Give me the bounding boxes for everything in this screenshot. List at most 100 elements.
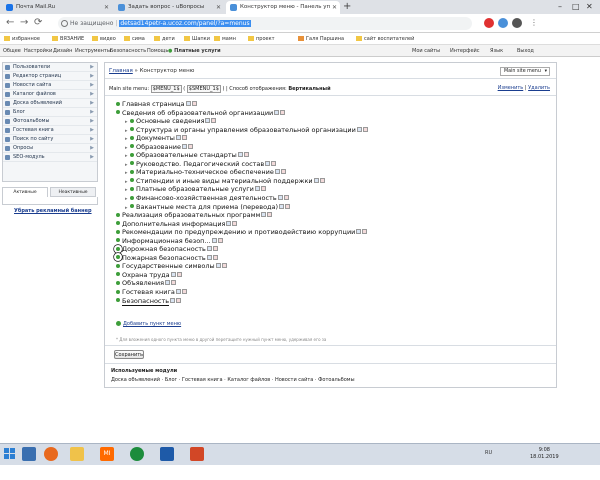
sidebar-item-search[interactable]: Поиск по сайту ▶	[3, 135, 97, 144]
edit-icon[interactable]	[170, 297, 176, 303]
menu-item-row[interactable]: ▸ Структура и органы управления образоват…	[116, 126, 546, 135]
menu-code[interactable]: $MENU_1$	[150, 85, 182, 93]
menu-item-row[interactable]: Охрана труда	[116, 271, 546, 280]
drag-handle-icon[interactable]	[130, 152, 134, 157]
edit-icon[interactable]	[215, 263, 221, 269]
drag-handle-icon[interactable]	[130, 195, 134, 200]
menu-item-row[interactable]: ▸ Платные образовательные услуги	[116, 185, 546, 194]
sidebar-item-guestbook[interactable]: Гостевая книга ▶	[3, 126, 97, 135]
menu-item-row[interactable]: ▸ Руководство. Педагогический состав	[116, 160, 546, 169]
drag-handle-icon[interactable]	[130, 161, 134, 166]
delete-icon[interactable]	[271, 160, 277, 166]
drag-handle-icon[interactable]	[130, 144, 134, 149]
drag-handle-icon[interactable]	[116, 229, 120, 234]
nav-tools[interactable]: Инструменты	[75, 45, 111, 57]
edit-icon[interactable]	[185, 101, 191, 106]
info-icon[interactable]	[61, 20, 68, 27]
edit-icon[interactable]	[205, 118, 211, 124]
drag-handle-icon[interactable]	[116, 263, 120, 268]
bookmark-item[interactable]: мамн	[214, 33, 236, 45]
menu-item-row[interactable]: Государственные символы	[116, 262, 546, 271]
menu-item-row[interactable]: Безопасность	[116, 296, 546, 306]
edit-icon[interactable]	[261, 212, 267, 218]
sidebar-item-page-editor[interactable]: Редактор страниц ▶	[3, 72, 97, 81]
add-menu-item-link[interactable]: Добавить пункт меню	[116, 321, 181, 327]
bookmark-item[interactable]: дети	[154, 33, 175, 45]
close-icon[interactable]: ✕	[104, 1, 109, 14]
windows-start-icon[interactable]	[4, 448, 16, 460]
delete-icon[interactable]	[285, 203, 291, 209]
edit-icon[interactable]	[237, 152, 243, 158]
delete-icon[interactable]	[283, 195, 289, 201]
delete-icon[interactable]	[176, 297, 182, 303]
nav-help[interactable]: Помощь	[147, 45, 168, 57]
explorer-icon[interactable]	[70, 447, 84, 461]
edit-menu-link[interactable]: Изменить	[498, 85, 524, 91]
powerpoint-icon[interactable]	[190, 447, 204, 461]
sidebar-item-users[interactable]: Пользователи ▶	[3, 63, 97, 72]
drag-handle-icon[interactable]	[116, 110, 120, 115]
drag-handle-icon[interactable]	[130, 135, 134, 140]
minimize-button[interactable]: –	[558, 0, 562, 13]
close-icon[interactable]: ✕	[332, 1, 337, 14]
tab-questions[interactable]: Задать вопрос - uВопросы ✕	[114, 1, 224, 14]
menu-item-row[interactable]: Пожарная безопасность	[116, 254, 546, 263]
edit-icon[interactable]	[206, 254, 212, 260]
close-icon[interactable]: ✕	[216, 1, 221, 14]
chrome-icon[interactable]	[130, 447, 144, 461]
delete-icon[interactable]	[267, 212, 273, 218]
menu-item-row[interactable]: ▸ Финансово-хозяйственная деятельность	[116, 194, 546, 203]
nav-my-sites[interactable]: Мои сайты	[412, 45, 440, 57]
address-input[interactable]: Не защищено | detsad14petr-a.ucoz.com/pa…	[58, 17, 472, 30]
drag-handle-icon[interactable]	[130, 127, 134, 132]
edit-icon[interactable]	[226, 220, 232, 226]
extension-icon[interactable]	[484, 18, 494, 28]
drag-handle-icon[interactable]	[116, 221, 120, 226]
menu-item-row[interactable]: ▸ Вакантные места для приема (перевода)	[116, 203, 546, 212]
maximize-button[interactable]: □	[572, 0, 580, 13]
delete-icon[interactable]	[217, 237, 223, 243]
edit-icon[interactable]	[254, 186, 260, 192]
submenu-code[interactable]: $SMENU_1$	[186, 85, 221, 93]
edit-icon[interactable]	[313, 177, 319, 183]
nav-security[interactable]: Безопасность	[110, 45, 146, 57]
reload-icon[interactable]: ⟳	[34, 16, 42, 30]
nav-settings[interactable]: Настройки	[24, 45, 52, 57]
bookmark-item[interactable]: избранное	[4, 33, 40, 45]
nav-exit[interactable]: Выход	[517, 45, 534, 57]
menu-item-row[interactable]: ▸ Образование	[116, 143, 546, 152]
menu-item-row[interactable]: Реализация образовательных программ	[116, 211, 546, 220]
account-icon[interactable]	[512, 18, 522, 28]
delete-menu-link[interactable]: Удалить	[528, 85, 550, 91]
delete-icon[interactable]	[280, 169, 286, 175]
menu-item-row[interactable]: Информационная безоп...	[116, 237, 546, 246]
drag-handle-icon[interactable]	[116, 246, 120, 251]
bookmark-item[interactable]: Шапки	[184, 33, 210, 45]
menu-select[interactable]: Main site menu ▾	[500, 67, 550, 76]
bookmark-item[interactable]: Галя Паршина	[298, 33, 344, 45]
menu-item-row[interactable]: Дорожная безопасность	[116, 245, 546, 254]
delete-icon[interactable]	[319, 177, 325, 183]
drag-handle-icon[interactable]	[130, 118, 134, 123]
sidebar-item-photo[interactable]: Фотоальбомы ▶	[3, 117, 97, 126]
edit-icon[interactable]	[165, 280, 170, 286]
delete-icon[interactable]	[280, 109, 286, 115]
tab-mail[interactable]: Почта Mail.Ru ✕	[2, 1, 112, 14]
remove-banner-link[interactable]: Убрать рекламный баннер	[14, 208, 92, 214]
sidebar-item-blog[interactable]: Блог ▶	[3, 108, 97, 117]
bookmark-item[interactable]: сайт воспитателей	[356, 33, 414, 45]
url-text[interactable]: detsad14petr-a.ucoz.com/panel/?a=menus	[119, 20, 251, 27]
save-button[interactable]: Сохранить	[114, 350, 144, 359]
extension-icon[interactable]	[498, 18, 508, 28]
drag-handle-icon[interactable]	[116, 255, 120, 260]
edit-icon[interactable]	[170, 271, 176, 277]
menu-item-row[interactable]: Гостевая книга	[116, 288, 546, 297]
nav-general[interactable]: Общее	[3, 45, 21, 57]
delete-icon[interactable]	[187, 143, 193, 149]
menu-item-row[interactable]: Главная страница	[116, 100, 546, 109]
edit-icon[interactable]	[265, 160, 271, 166]
breadcrumb-home[interactable]: Главная	[109, 68, 133, 74]
bookmark-item[interactable]: сима	[124, 33, 145, 45]
menu-item-row[interactable]: ▸ Стипендии и иные виды материальной подд…	[116, 177, 546, 186]
edit-icon[interactable]	[175, 289, 181, 295]
